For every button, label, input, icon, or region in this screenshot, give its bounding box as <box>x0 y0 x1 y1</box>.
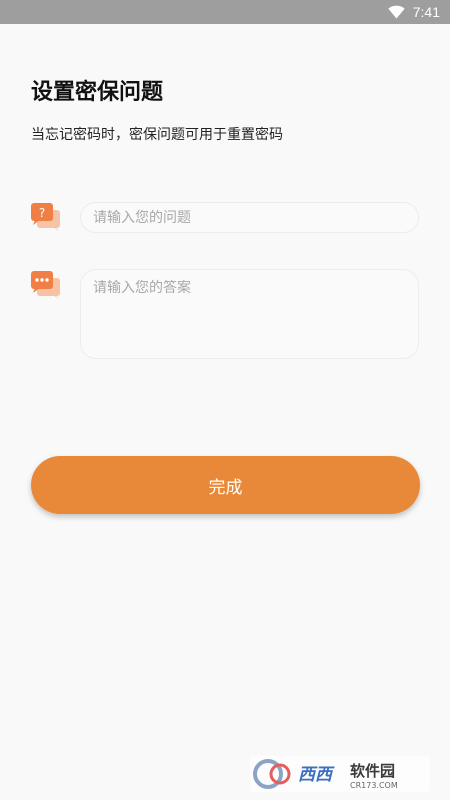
svg-text:CR173.COM: CR173.COM <box>350 781 398 790</box>
done-button[interactable]: 完成 <box>31 456 420 514</box>
wifi-icon <box>388 5 405 19</box>
chat-dots-icon <box>31 270 61 300</box>
page-subtitle: 当忘记密码时，密保问题可用于重置密码 <box>31 127 283 143</box>
answer-input[interactable] <box>80 269 419 359</box>
question-chat-icon: ? <box>31 202 61 232</box>
svg-text:软件园: 软件园 <box>350 762 395 780</box>
question-input[interactable] <box>80 202 419 233</box>
status-icons: 7:41 <box>388 0 440 24</box>
watermark-logo: 西西 软件园 CR173.COM <box>250 756 430 792</box>
svg-text:?: ? <box>39 206 45 220</box>
svg-text:西西: 西西 <box>298 765 335 785</box>
status-bar: 7:41 <box>0 0 450 24</box>
page-title: 设置密保问题 <box>31 80 164 105</box>
status-time: 7:41 <box>412 4 440 20</box>
